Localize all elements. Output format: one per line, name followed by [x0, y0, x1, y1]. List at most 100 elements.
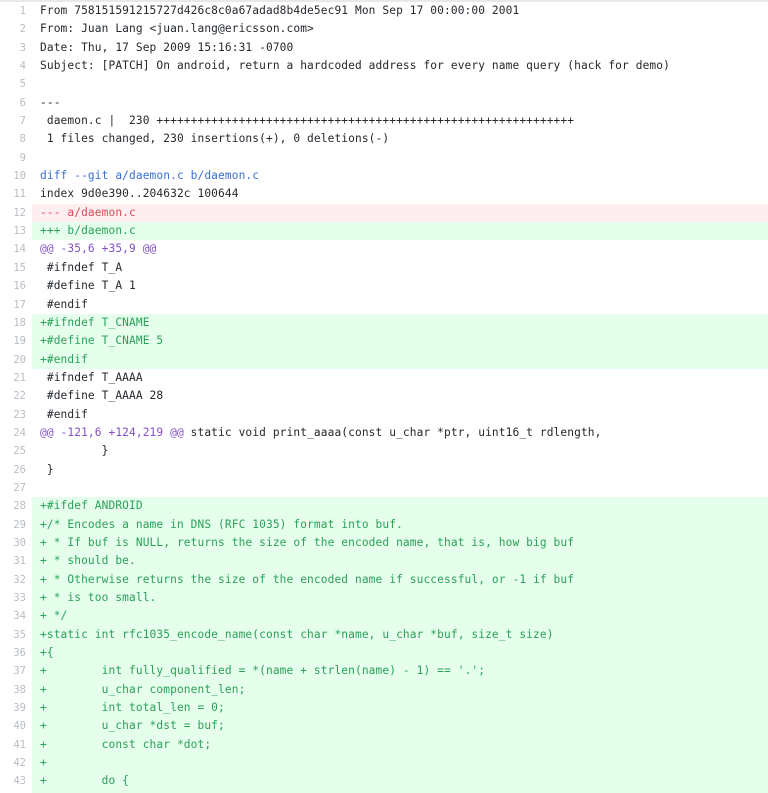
line-number[interactable]: 17: [0, 295, 32, 314]
diff-line-row: 20 +#endif: [0, 350, 768, 369]
diff-line-add[interactable]: +{: [32, 644, 768, 663]
diff-line-add[interactable]: +/* Encodes a name in DNS (RFC 1035) for…: [32, 515, 768, 534]
diff-line-add[interactable]: + int total_len = 0;: [32, 699, 768, 718]
diff-line-row: 37 + int fully_qualified = *(name + strle…: [0, 662, 768, 681]
diff-line-row: 33 + * is too small.: [0, 589, 768, 608]
line-number[interactable]: 3: [0, 38, 32, 58]
line-number[interactable]: 18: [0, 313, 32, 333]
line-number[interactable]: 7: [0, 112, 32, 131]
line-number[interactable]: 43: [0, 772, 32, 791]
diff-line-context[interactable]: #endif: [32, 405, 768, 424]
diff-line-row: 35 +static int rfc1035_encode_name(const …: [0, 625, 768, 645]
line-number[interactable]: 36: [0, 644, 32, 663]
diff-line-row: 14 @@ -35,6 +35,9 @@: [0, 240, 768, 259]
line-number[interactable]: 31: [0, 552, 32, 571]
line-number[interactable]: 1: [0, 2, 32, 21]
diff-line-row: 38 + u_char component_len;: [0, 680, 768, 700]
line-number[interactable]: 9: [0, 148, 32, 168]
line-number[interactable]: 8: [0, 130, 32, 149]
diff-line-row: 3 Date: Thu, 17 Sep 2009 15:16:31 -0700: [0, 38, 768, 58]
line-number[interactable]: 13: [0, 222, 32, 241]
diff-line-add[interactable]: + int fully_qualified = *(name + strlen(…: [32, 662, 768, 681]
diff-line-add[interactable]: +#define T_CNAME 5: [32, 332, 768, 351]
diff-line-add[interactable]: +#ifndef T_CNAME: [32, 313, 768, 333]
line-number[interactable]: 10: [0, 167, 32, 186]
diff-line-add[interactable]: + u_char component_len;: [32, 680, 768, 700]
diff-line-context[interactable]: #define T_AAAA 28: [32, 387, 768, 406]
diff-line-add[interactable]: + * is too small.: [32, 589, 768, 608]
diff-line-add[interactable]: +: [32, 754, 768, 773]
line-number[interactable]: 35: [0, 625, 32, 645]
line-number[interactable]: 24: [0, 423, 32, 443]
line-number[interactable]: 39: [0, 699, 32, 718]
line-number[interactable]: 42: [0, 754, 32, 773]
diff-line-plain[interactable]: From: Juan Lang <juan.lang@ericsson.com>: [32, 20, 768, 39]
line-number[interactable]: 5: [0, 75, 32, 94]
line-number[interactable]: 32: [0, 570, 32, 589]
diff-line-row: 40 + u_char *dst = buf;: [0, 717, 768, 736]
diff-line-hunk[interactable]: @@ -35,6 +35,9 @@: [32, 240, 768, 259]
line-number[interactable]: 41: [0, 735, 32, 755]
diff-line-plain[interactable]: Subject: [PATCH] On android, return a ha…: [32, 57, 768, 76]
diff-line-add[interactable]: +#endif: [32, 350, 768, 369]
diff-line-row: 17 #endif: [0, 295, 768, 314]
diff-line-context[interactable]: #ifndef T_A: [32, 258, 768, 278]
diff-line-context[interactable]: }: [32, 442, 768, 461]
diff-line-blank[interactable]: [32, 478, 768, 498]
diff-line-hunk[interactable]: @@ -121,6 +124,219 @@ static void print_…: [32, 423, 768, 443]
line-number[interactable]: 30: [0, 533, 32, 553]
line-number[interactable]: 29: [0, 515, 32, 534]
line-number[interactable]: 28: [0, 497, 32, 516]
line-number[interactable]: 4: [0, 57, 32, 76]
line-number[interactable]: 15: [0, 258, 32, 278]
diff-line-del[interactable]: --- a/daemon.c: [32, 203, 768, 223]
diff-line-add[interactable]: + * should be.: [32, 552, 768, 571]
diff-line-row: 29 +/* Encodes a name in DNS (RFC 1035) f…: [0, 515, 768, 534]
diff-line-add[interactable]: + u_char *dst = buf;: [32, 717, 768, 736]
line-number[interactable]: 26: [0, 460, 32, 479]
diff-line-diffcmd[interactable]: diff --git a/daemon.c b/daemon.c: [32, 167, 768, 186]
diff-line-row: 32 + * Otherwise returns the size of the …: [0, 570, 768, 589]
line-number[interactable]: 38: [0, 680, 32, 700]
diff-line-blank[interactable]: [32, 75, 768, 94]
diff-viewer[interactable]: 1 From 758151591215727d426c8c0a67adad8b4d…: [0, 0, 768, 793]
diff-line-add[interactable]: + * If buf is NULL, returns the size of …: [32, 533, 768, 553]
diff-line-index[interactable]: index 9d0e390..204632c 100644: [32, 185, 768, 204]
diff-line-add[interactable]: + * Otherwise returns the size of the en…: [32, 570, 768, 589]
diff-line-row: 6 ---: [0, 93, 768, 113]
line-number[interactable]: 2: [0, 20, 32, 39]
diff-line-context[interactable]: #ifndef T_AAAA: [32, 368, 768, 388]
line-number[interactable]: 16: [0, 277, 32, 296]
line-number[interactable]: 22: [0, 387, 32, 406]
diff-line-add[interactable]: + do {: [32, 772, 768, 791]
line-number[interactable]: 21: [0, 368, 32, 388]
diff-line-context[interactable]: #endif: [32, 295, 768, 314]
diff-line-blank[interactable]: [32, 148, 768, 168]
diff-line-add[interactable]: + */: [32, 607, 768, 626]
diff-line-add[interactable]: + const char *dot;: [32, 735, 768, 755]
diff-line-plain[interactable]: daemon.c | 230 +++++++++++++++++++++++++…: [32, 112, 768, 131]
line-number[interactable]: 6: [0, 93, 32, 113]
diff-line-add[interactable]: +++ b/daemon.c: [32, 222, 768, 241]
diff-line-plain[interactable]: 1 files changed, 230 insertions(+), 0 de…: [32, 130, 768, 149]
diff-line-context[interactable]: #define T_A 1: [32, 277, 768, 296]
line-number[interactable]: 37: [0, 662, 32, 681]
line-number[interactable]: 40: [0, 717, 32, 736]
diff-line-plain[interactable]: From 758151591215727d426c8c0a67adad8b4de…: [32, 2, 768, 21]
line-number[interactable]: 23: [0, 405, 32, 424]
line-number[interactable]: 33: [0, 589, 32, 608]
line-number[interactable]: 20: [0, 350, 32, 369]
line-number[interactable]: 27: [0, 478, 32, 498]
diff-line-context[interactable]: }: [32, 460, 768, 479]
diff-line-add[interactable]: +#ifdef ANDROID: [32, 497, 768, 516]
line-number[interactable]: 12: [0, 203, 32, 223]
line-number[interactable]: 11: [0, 185, 32, 204]
line-number[interactable]: 19: [0, 332, 32, 351]
line-number[interactable]: 14: [0, 240, 32, 259]
diff-line-plain[interactable]: ---: [32, 93, 768, 113]
line-number[interactable]: 25: [0, 442, 32, 461]
diff-line-plain[interactable]: Date: Thu, 17 Sep 2009 15:16:31 -0700: [32, 38, 768, 58]
diff-line-add[interactable]: +static int rfc1035_encode_name(const ch…: [32, 625, 768, 645]
line-number[interactable]: 34: [0, 607, 32, 626]
diff-line-row: 21 #ifndef T_AAAA: [0, 368, 768, 388]
